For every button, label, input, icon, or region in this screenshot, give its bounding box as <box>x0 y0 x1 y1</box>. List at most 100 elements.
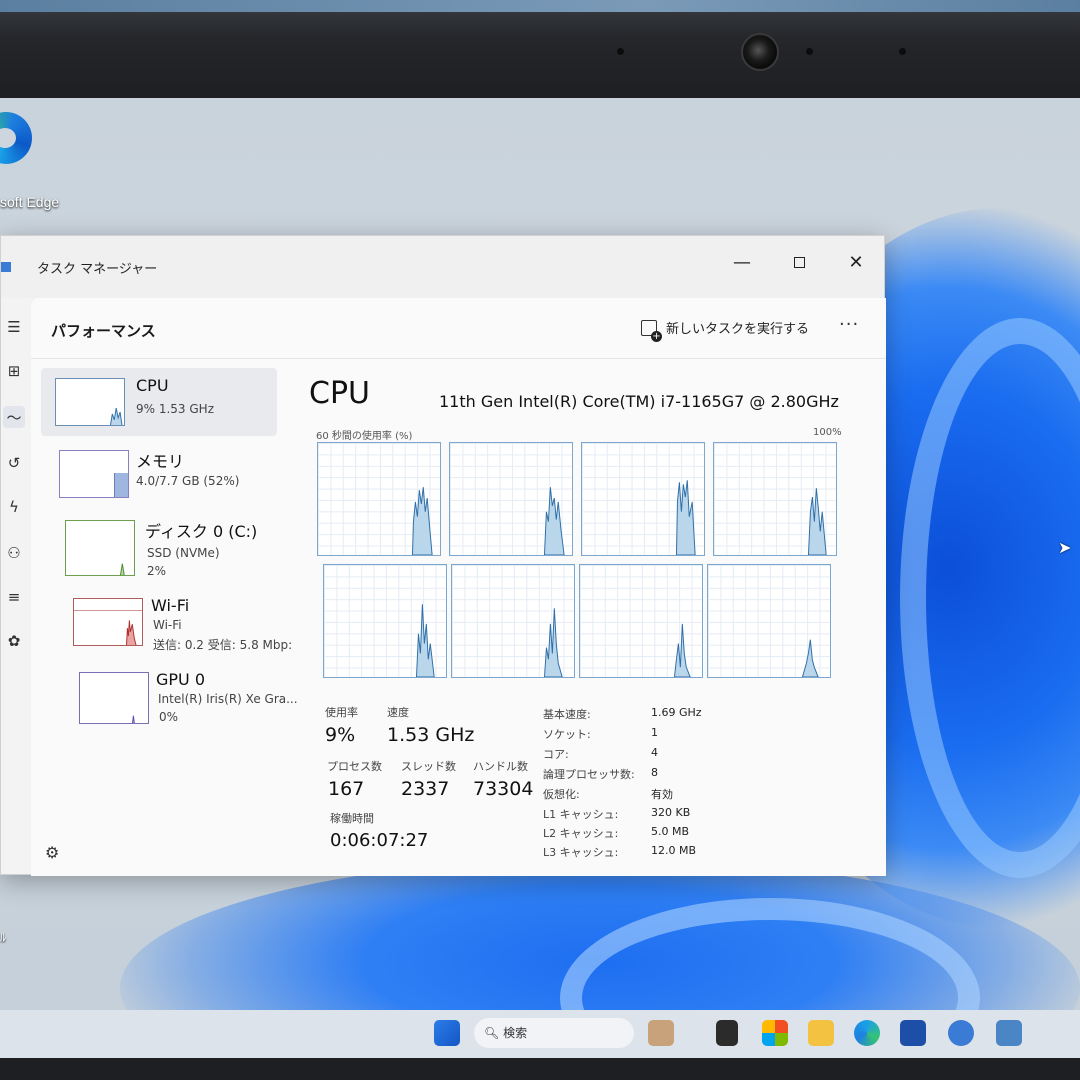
resource-name: ディスク 0 (C:) <box>145 522 258 541</box>
header-divider <box>31 358 886 359</box>
more-options-button[interactable]: ··· <box>839 314 859 335</box>
title-bar[interactable]: タスク マネージャー — ✕ <box>1 236 884 298</box>
task-manager-window: タスク マネージャー — ✕ ☰ ⊞ 〜 ↺ ϟ ⚇ ≡ ✿ パフォーマンス 新… <box>0 235 886 876</box>
resource-item-gpu[interactable]: GPU 0 Intel(R) Iris(R) Xe Gra... 0% <box>41 662 298 730</box>
performance-icon[interactable]: 〜 <box>3 406 25 428</box>
resource-detail: Wi-Fi <box>153 618 182 632</box>
graph-axis-max: 100% <box>813 427 842 438</box>
desktop-icon-label-partial: ﾙ <box>0 930 7 944</box>
run-new-task-label: 新しいタスクを実行する <box>666 322 810 337</box>
gpu-thumbnail-graph <box>79 672 149 724</box>
disk-thumbnail-graph <box>65 520 135 576</box>
core-graph-1 <box>449 442 573 556</box>
resource-detail: Intel(R) Iris(R) Xe Gra... <box>158 692 298 706</box>
core-graph-3 <box>713 442 837 556</box>
cpu-model-name: 11th Gen Intel(R) Core(TM) i7-1165G7 @ 2… <box>439 392 839 411</box>
core-graph-2 <box>581 442 705 556</box>
wifi-thumbnail-graph <box>73 598 143 646</box>
spec-label: L3 キャッシュ: <box>543 846 619 859</box>
task-view-icon[interactable] <box>716 1020 738 1046</box>
mouse-cursor-icon: ➤ <box>1058 538 1072 557</box>
utilization-value: 9% <box>325 724 356 746</box>
spec-label: L1 キャッシュ: <box>543 808 619 821</box>
resource-item-disk[interactable]: ディスク 0 (C:) SSD (NVMe) 2% <box>41 510 277 578</box>
file-explorer-icon[interactable] <box>808 1020 834 1046</box>
spec-label: 仮想化: <box>543 788 580 801</box>
spec-label: コア: <box>543 748 569 761</box>
resource-item-cpu[interactable]: CPU 9% 1.53 GHz <box>41 368 277 436</box>
webcam <box>741 33 779 71</box>
edge-taskbar-icon[interactable] <box>854 1020 880 1046</box>
speed-label: 速度 <box>387 706 409 719</box>
nav-rail: ☰ ⊞ 〜 ↺ ϟ ⚇ ≡ ✿ <box>1 298 31 876</box>
task-manager-taskbar-icon[interactable] <box>996 1020 1022 1046</box>
details-list-icon[interactable]: ≡ <box>3 586 25 608</box>
spec-label: 基本速度: <box>543 708 591 721</box>
new-task-icon <box>641 319 662 342</box>
memory-thumbnail-graph <box>59 450 129 498</box>
resource-name: Wi-Fi <box>151 596 190 615</box>
resource-name: メモリ <box>136 452 185 471</box>
app-icon[interactable] <box>948 1020 974 1046</box>
graph-axis-label: 60 秒間の使用率 (%) <box>316 431 413 442</box>
uptime-value: 0:06:07:27 <box>330 830 429 851</box>
minimize-button[interactable]: — <box>719 242 765 282</box>
spec-value: 4 <box>651 746 658 759</box>
widgets-icon[interactable] <box>648 1020 674 1046</box>
startup-apps-icon[interactable]: ϟ <box>3 496 25 518</box>
resource-detail: 4.0/7.7 GB (52%) <box>136 474 240 488</box>
detail-title: CPU <box>309 376 370 411</box>
per-core-graphs <box>315 442 845 682</box>
laptop-bezel-top <box>0 0 1080 98</box>
threads-value: 2337 <box>401 778 450 800</box>
spec-value: 12.0 MB <box>651 844 697 857</box>
cpu-thumbnail-graph <box>55 378 125 426</box>
utilization-label: 使用率 <box>325 706 358 719</box>
spec-label: L2 キャッシュ: <box>543 827 619 840</box>
run-new-task-button[interactable]: 新しいタスクを実行する <box>641 318 810 342</box>
resource-detail: 9% 1.53 GHz <box>136 402 215 416</box>
page-title: パフォーマンス <box>51 322 156 340</box>
handles-label: ハンドル数 <box>473 760 528 773</box>
services-icon[interactable]: ✿ <box>3 630 25 652</box>
maximize-icon <box>793 256 805 268</box>
core-graph-0 <box>317 442 441 556</box>
sensor-dot <box>899 48 906 55</box>
resource-name: GPU 0 <box>156 670 206 689</box>
sensor-dot <box>806 48 813 55</box>
processes-icon[interactable]: ⊞ <box>3 360 25 382</box>
resource-name: CPU <box>136 376 169 395</box>
window-title: タスク マネージャー <box>37 262 158 277</box>
users-icon[interactable]: ⚇ <box>3 542 25 564</box>
desktop-icon-label: soft Edge <box>0 194 60 210</box>
resource-item-memory[interactable]: メモリ 4.0/7.7 GB (52%) <box>41 440 277 508</box>
store-icon[interactable] <box>900 1020 926 1046</box>
taskbar-search-box[interactable]: 🔍︎ 検索 <box>474 1018 634 1048</box>
app-history-icon[interactable]: ↺ <box>3 452 25 474</box>
resource-item-wifi[interactable]: Wi-Fi Wi-Fi 送信: 0.2 受信: 5.8 Mbp: <box>41 588 292 656</box>
hamburger-menu-icon[interactable]: ☰ <box>3 316 25 338</box>
copilot-icon[interactable] <box>762 1020 788 1046</box>
spec-value: 320 KB <box>651 806 691 819</box>
search-icon: 🔍︎ <box>484 1026 504 1040</box>
performance-page: パフォーマンス 新しいタスクを実行する ··· CPU 9% 1.53 GHz … <box>31 298 886 876</box>
spec-value: 5.0 MB <box>651 825 690 838</box>
close-button[interactable]: ✕ <box>833 242 879 282</box>
settings-gear-icon[interactable]: ⚙ <box>45 843 59 862</box>
core-graph-4 <box>323 564 447 678</box>
processes-value: 167 <box>328 778 365 800</box>
core-graph-5 <box>451 564 575 678</box>
spec-value: 1.69 GHz <box>651 706 702 719</box>
resource-detail: SSD (NVMe) <box>147 546 220 560</box>
resource-detail-2: 0% <box>159 710 179 724</box>
search-placeholder: 検索 <box>503 1026 528 1040</box>
start-menu-icon[interactable] <box>434 1020 460 1046</box>
bezel-edge <box>0 0 1080 12</box>
threads-label: スレッド数 <box>401 760 456 773</box>
spec-label: ソケット: <box>543 728 591 741</box>
maximize-button[interactable] <box>776 242 822 282</box>
processes-label: プロセス数 <box>327 760 382 773</box>
handles-value: 73304 <box>473 778 534 800</box>
sensor-dot <box>617 48 624 55</box>
speed-value: 1.53 GHz <box>387 724 475 746</box>
